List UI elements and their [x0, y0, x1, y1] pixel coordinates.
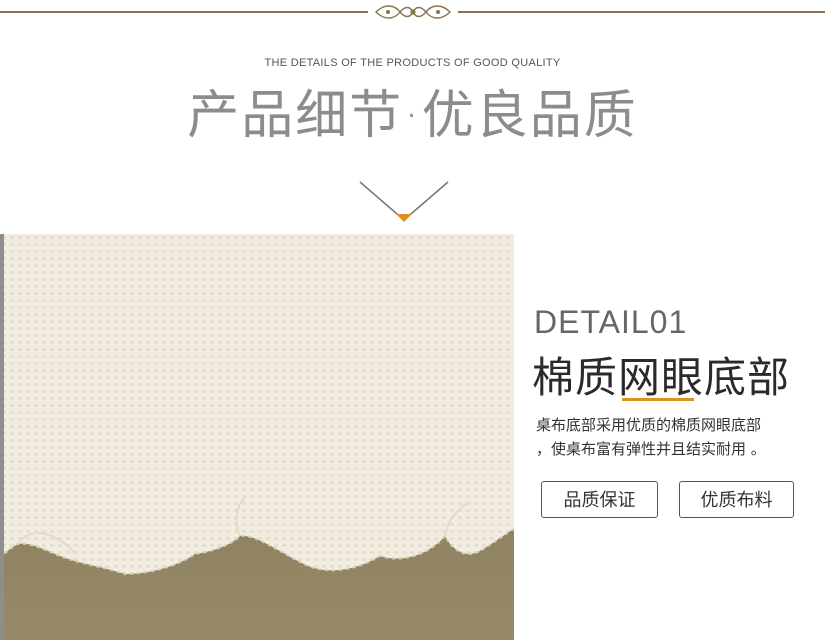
- subtitle-english: THE DETAILS OF THE PRODUCTS OF GOOD QUAL…: [264, 57, 561, 69]
- detail-title: 棉质网眼底部: [532, 353, 791, 402]
- title-accent-underline: [622, 398, 694, 401]
- detail-description: 桌布底部采用优质的棉质网眼底部 ，使桌布富有弹性并且结实耐用 。: [536, 413, 821, 461]
- tag-quality-assurance: 品质保证: [541, 481, 658, 518]
- page-title: 产品细节·优良品质: [187, 86, 638, 146]
- tag-premium-fabric: 优质布料: [679, 481, 794, 518]
- detail-number: DETAIL01: [534, 304, 688, 340]
- header-divider-left: [0, 11, 368, 13]
- description-line-2: ，使桌布富有弹性并且结实耐用 。: [536, 440, 766, 458]
- fabric-detail-photo: [0, 234, 514, 640]
- chevron-down-icon: [359, 181, 449, 222]
- description-line-1: 桌布底部采用优质的棉质网眼底部: [536, 416, 762, 434]
- ornament-divider-icon: [375, 5, 451, 19]
- header-divider-right: [458, 11, 825, 13]
- fabric-image: [0, 234, 514, 640]
